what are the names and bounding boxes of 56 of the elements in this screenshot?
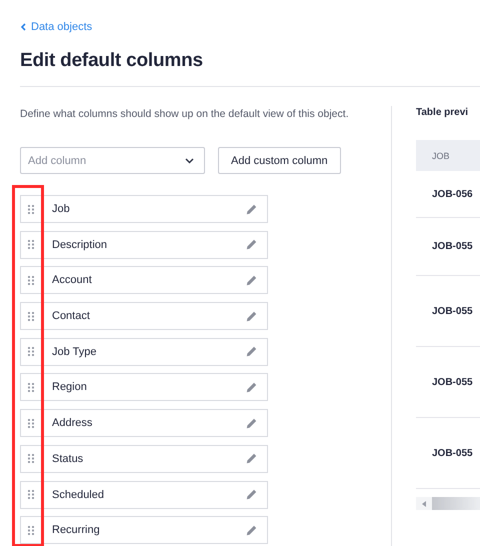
preview-title: Table previ (416, 107, 470, 118)
column-label: Account (52, 274, 93, 286)
add-custom-column-button[interactable]: Add custom column (218, 147, 341, 174)
table-cell: JOB-055 (432, 241, 473, 252)
horizontal-scrollbar[interactable] (416, 497, 480, 510)
column-label: Status (52, 452, 84, 465)
column-item[interactable]: Status (20, 444, 268, 473)
pencil-icon[interactable] (246, 489, 257, 500)
column-item[interactable]: Job (20, 195, 268, 223)
pencil-icon[interactable] (246, 524, 257, 536)
column-label: Address (52, 417, 94, 430)
drag-handle-icon[interactable] (28, 347, 34, 356)
chevron-left-icon (20, 23, 26, 31)
drag-handle-icon[interactable] (28, 276, 34, 285)
pencil-icon[interactable] (246, 453, 257, 464)
column-label: Job Type (52, 346, 98, 358)
back-link[interactable]: Data objects (20, 21, 92, 33)
description-text: Define what columns should show up on the default view of this object. (20, 107, 350, 122)
column-item[interactable]: Account (20, 266, 268, 294)
column-item[interactable]: Job Type (20, 338, 268, 366)
page-title: Edit default columns (20, 50, 204, 72)
pencil-icon[interactable] (246, 418, 257, 429)
column-label: Contact (52, 310, 91, 322)
pencil-icon[interactable] (246, 346, 257, 358)
column-label: Scheduled (52, 488, 105, 500)
column-item[interactable]: Region (20, 373, 268, 402)
pencil-icon[interactable] (246, 274, 257, 286)
pencil-icon[interactable] (246, 310, 257, 322)
drag-handle-icon[interactable] (28, 526, 34, 535)
pencil-icon[interactable] (246, 204, 257, 214)
table-cell: JOB-056 (432, 188, 473, 200)
column-label: Job (52, 203, 71, 215)
column-label: Recurring (52, 524, 101, 536)
table-cell: JOB-055 (432, 306, 473, 316)
table-header: JOB (416, 140, 480, 171)
drag-handle-icon[interactable] (28, 382, 34, 392)
pencil-icon[interactable] (246, 382, 257, 393)
add-column-dropdown[interactable]: Add column (20, 147, 205, 174)
drag-handle-icon[interactable] (28, 240, 34, 250)
drag-handle-icon[interactable] (28, 204, 34, 214)
column-item[interactable]: Description (20, 230, 268, 259)
column-label: Region (52, 381, 88, 394)
drag-handle-icon[interactable] (28, 454, 34, 464)
column-item[interactable]: Recurring (20, 516, 268, 544)
column-item[interactable]: Contact (20, 302, 268, 330)
pencil-icon[interactable] (246, 239, 257, 250)
drag-handle-icon[interactable] (28, 418, 34, 428)
table-cell: JOB-055 (432, 448, 473, 458)
column-item[interactable]: Scheduled (20, 480, 268, 508)
column-label: Description (52, 238, 108, 251)
table-cell: JOB-055 (432, 376, 473, 388)
chevron-down-icon (185, 158, 194, 164)
drag-handle-icon[interactable] (28, 312, 34, 321)
scroll-left-icon[interactable] (422, 500, 426, 506)
drag-handle-icon[interactable] (28, 490, 34, 499)
column-item[interactable]: Address (20, 409, 268, 438)
